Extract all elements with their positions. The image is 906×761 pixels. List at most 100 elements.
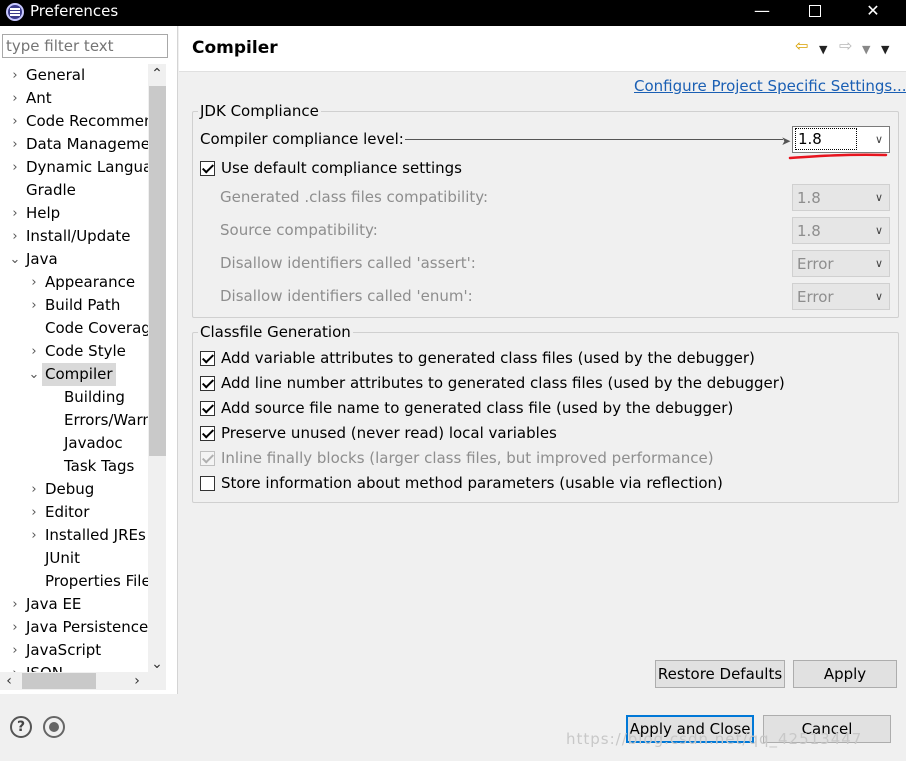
back-dropdown-icon[interactable]: ▼: [819, 40, 827, 60]
chevron-down-icon: ∨: [874, 224, 884, 237]
close-button[interactable]: ✕: [851, 0, 895, 26]
maximize-button[interactable]: [793, 0, 837, 26]
record-macro-icon[interactable]: [43, 716, 65, 738]
tree-item-label: Ant: [26, 89, 52, 107]
compliance-setting-select: 1.8 ∨: [792, 184, 890, 211]
tree-item-label: Install/Update: [26, 227, 131, 245]
tree-item-label: Properties Files Editor: [45, 572, 148, 590]
chevron-down-icon: ∨: [874, 133, 884, 146]
chevron-right-icon[interactable]: ›: [27, 524, 41, 547]
eclipse-app-icon: [6, 3, 24, 21]
chevron-right-icon[interactable]: ›: [8, 87, 22, 110]
filter-input[interactable]: [2, 34, 168, 58]
chevron-right-icon[interactable]: ›: [8, 202, 22, 225]
compliance-setting-label: Generated .class files compatibility:: [220, 188, 489, 206]
chevron-right-icon[interactable]: ›: [8, 639, 22, 662]
tree-item-label: Gradle: [26, 181, 76, 199]
tree-horizontal-scrollbar[interactable]: ‹ ›: [0, 672, 166, 690]
scroll-up-arrow-icon[interactable]: ⌃: [148, 64, 166, 84]
checkbox-icon[interactable]: [200, 426, 215, 441]
scroll-down-arrow-icon[interactable]: ⌄: [148, 654, 166, 674]
checkbox-icon[interactable]: [200, 476, 215, 491]
tree-item-label: Errors/Warnings: [64, 411, 148, 429]
chevron-down-icon[interactable]: ⌄: [27, 363, 41, 386]
chevron-right-icon[interactable]: ›: [27, 478, 41, 501]
page-header: Compiler ⇦ ▼ ⇨ ▼ ▼: [179, 26, 906, 72]
minimize-button[interactable]: —: [740, 0, 784, 26]
horizontal-scroll-thumb[interactable]: [22, 673, 96, 689]
tree-item-label: JavaScript: [26, 641, 102, 659]
scroll-left-arrow-icon[interactable]: ‹: [0, 672, 18, 690]
apply-button[interactable]: Apply: [793, 660, 897, 688]
view-menu-icon[interactable]: ▼: [881, 40, 889, 60]
back-arrow-icon[interactable]: ⇦: [795, 36, 808, 56]
chevron-down-icon: ∨: [874, 290, 884, 303]
preferences-sidebar: ›General›Ant›Code Recommenders›Data Mana…: [0, 26, 178, 694]
compliance-setting-select: Error ∨: [792, 283, 890, 310]
tree-item-label: Help: [26, 204, 61, 222]
checkbox-icon[interactable]: [200, 161, 215, 176]
compliance-setting-select: Error ∨: [792, 250, 890, 277]
page-title: Compiler: [192, 38, 278, 58]
forward-arrow-icon[interactable]: ⇨: [839, 36, 852, 56]
checkbox-icon[interactable]: [200, 376, 215, 391]
forward-dropdown-icon[interactable]: ▼: [862, 40, 870, 60]
compliance-level-select[interactable]: 1.8 ∨: [792, 126, 890, 153]
tree-item-label: Appearance: [45, 273, 136, 291]
tree-item-label: Editor: [45, 503, 90, 521]
restore-defaults-button[interactable]: Restore Defaults: [655, 660, 785, 688]
checkbox-icon: [200, 451, 215, 466]
maximize-icon: [809, 5, 821, 17]
chevron-right-icon[interactable]: ›: [8, 593, 22, 616]
watermark-text: https://blog.csdn.net/qq_42513447: [566, 730, 863, 748]
tree-item-label: Debug: [45, 480, 95, 498]
tree-vertical-scrollbar[interactable]: ⌃ ⌄: [148, 64, 166, 674]
chevron-right-icon[interactable]: ›: [27, 271, 41, 294]
help-icon[interactable]: ?: [10, 716, 32, 738]
chevron-right-icon[interactable]: ›: [8, 156, 22, 179]
chevron-right-icon[interactable]: ›: [27, 501, 41, 524]
chevron-right-icon[interactable]: ›: [8, 64, 22, 87]
preferences-tree: ›General›Ant›Code Recommenders›Data Mana…: [0, 64, 148, 674]
classfile-generation-legend: Classfile Generation: [200, 323, 351, 341]
preference-page: Compiler ⇦ ▼ ⇨ ▼ ▼ Configure Project Spe…: [179, 26, 906, 694]
tree-item-label: General: [26, 66, 86, 84]
dialog-footer: ? Apply and Close Cancel https://blog.cs…: [0, 694, 906, 761]
compliance-setting-label: Disallow identifiers called 'enum':: [220, 287, 473, 305]
configure-project-settings-link[interactable]: Configure Project Specific Settings...: [634, 77, 906, 95]
tree-item-label: Java EE: [26, 595, 82, 613]
tree-item-label: Installed JREs: [45, 526, 146, 544]
tree-item-label: Java Persistence: [26, 618, 148, 636]
scroll-right-arrow-icon[interactable]: ›: [128, 672, 146, 690]
jdk-compliance-legend: JDK Compliance: [200, 102, 319, 120]
tree-item-label: Code Style: [45, 342, 126, 360]
chevron-right-icon[interactable]: ›: [8, 225, 22, 248]
annotation-arrow-line: [405, 139, 783, 140]
compliance-setting-select: 1.8 ∨: [792, 217, 890, 244]
tree-item-label: Code Coverage: [45, 319, 148, 337]
chevron-right-icon[interactable]: ›: [8, 133, 22, 156]
tree-item-label: Building: [64, 388, 125, 406]
vertical-scroll-thumb[interactable]: [149, 86, 166, 456]
annotation-arrowhead-icon: ➤: [781, 134, 792, 148]
chevron-right-icon[interactable]: ›: [8, 110, 22, 133]
compliance-setting-label: Source compatibility:: [220, 221, 378, 239]
chevron-down-icon: ∨: [874, 191, 884, 204]
chevron-right-icon[interactable]: ›: [8, 616, 22, 639]
chevron-down-icon: ∨: [874, 257, 884, 270]
compliance-setting-label: Disallow identifiers called 'assert':: [220, 254, 476, 272]
tree-item-label: Compiler: [42, 363, 116, 386]
window-title: Preferences: [30, 2, 119, 20]
chevron-down-icon[interactable]: ⌄: [8, 248, 22, 271]
title-bar: Preferences — ✕: [0, 0, 906, 26]
annotation-red-underline: [788, 153, 888, 160]
chevron-right-icon[interactable]: ›: [27, 340, 41, 363]
compliance-level-label: Compiler compliance level:: [200, 130, 404, 148]
tree-item-label: Code Recommenders: [26, 112, 148, 130]
chevron-right-icon[interactable]: ›: [27, 294, 41, 317]
tree-item-label: Javadoc: [64, 434, 123, 452]
tree-item-label: Build Path: [45, 296, 121, 314]
tree-item-label: JUnit: [45, 549, 80, 567]
checkbox-icon[interactable]: [200, 351, 215, 366]
checkbox-icon[interactable]: [200, 401, 215, 416]
